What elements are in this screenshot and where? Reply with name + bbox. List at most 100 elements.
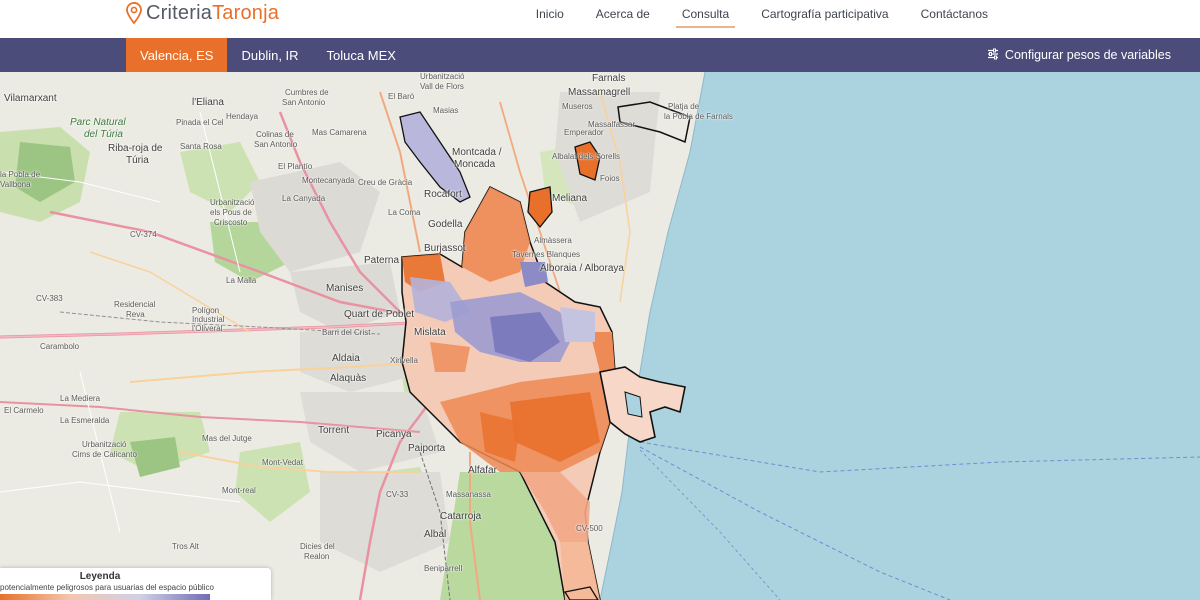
map-label: El Plantío	[278, 162, 313, 171]
map-label: els Pous de	[210, 208, 252, 217]
main-nav: Inicio Acerca de Consulta Cartografía pa…	[532, 0, 992, 28]
map-label: CV-500	[576, 524, 603, 533]
map-label: Paiporta	[408, 443, 446, 454]
map-label: Torrent	[318, 425, 350, 436]
brand-logo[interactable]: CriteriaTaronja	[126, 0, 279, 26]
nav-consulta[interactable]: Consulta	[675, 7, 736, 28]
map-label: Mas del Jutge	[202, 434, 252, 443]
legend-title: Leyenda	[79, 571, 121, 582]
map-label: La Esmeralda	[60, 416, 110, 425]
map-label: Urbanització	[210, 198, 255, 207]
map-label: Tavernes Blanques	[512, 250, 581, 259]
map-label: Túria	[126, 155, 149, 166]
map-label: Parc Natural	[70, 117, 126, 128]
map-label: Xirivella	[390, 356, 419, 365]
map-label: Quart de Poblet	[344, 309, 415, 320]
top-header: CriteriaTaronja Inicio Acerca de Consult…	[0, 0, 1200, 38]
map-label: Mas Camarena	[312, 128, 367, 137]
map-label: CV-33	[386, 490, 409, 499]
nav-acerca-de[interactable]: Acerca de	[592, 7, 654, 21]
map-label: San Antonio	[254, 140, 298, 149]
map-legend: Leyenda potencialmente peligrosos para u…	[0, 568, 271, 600]
map-label: Hendaya	[226, 112, 259, 121]
city-tab-toluca[interactable]: Toluca MEX	[313, 38, 410, 72]
map-label: Mont-Vedat	[262, 458, 303, 467]
map-label: La Coma	[388, 208, 421, 217]
map-label: Barri del Crist	[322, 328, 371, 337]
configure-weights-button[interactable]: Configurar pesos de variables	[987, 38, 1171, 72]
map-label: Carambolo	[40, 342, 80, 351]
map-label: Montecanyada	[302, 176, 355, 185]
map-label: Pinada el Cel	[176, 118, 224, 127]
map-label: Aldaia	[332, 353, 360, 364]
map-label: Emperador	[564, 128, 604, 137]
map-label: Tros Alt	[172, 542, 199, 551]
map-label: San Antonio	[282, 98, 326, 107]
map-label: La Canyada	[282, 194, 326, 203]
map-label: Massanassa	[446, 490, 491, 499]
map-label: Polígon	[192, 306, 220, 315]
map-label: Moncada	[454, 159, 496, 170]
map-label: Realon	[304, 552, 330, 561]
map-label: Mont-real	[222, 486, 256, 495]
map-label: CV-383	[36, 294, 63, 303]
brand-name: CriteriaTaronja	[146, 2, 279, 25]
map-label: Albal	[424, 529, 447, 540]
map-label: Farnals	[592, 73, 626, 84]
nav-contactanos[interactable]: Contáctanos	[917, 7, 992, 21]
map-label: Creu de Gràcia	[358, 178, 413, 187]
map-label: la Pobla de	[0, 170, 41, 179]
map-label: Alfafar	[468, 465, 497, 476]
map-label: Cims de Calicanto	[72, 450, 137, 459]
map-label: Masias	[433, 106, 459, 115]
map-label: Dicies del	[300, 542, 335, 551]
map-label: Burjassot	[424, 243, 466, 254]
map-label: del Túria	[84, 129, 123, 140]
city-tab-dublin[interactable]: Dublin, IR	[227, 38, 312, 72]
map-label: Riba-roja de	[108, 143, 163, 154]
map-label: Picanya	[376, 429, 412, 440]
nav-inicio[interactable]: Inicio	[532, 7, 568, 21]
map-label: Criscosto	[214, 218, 248, 227]
map-label: Museros	[562, 102, 593, 111]
map-label: El Baró	[388, 92, 415, 101]
map-label: Beniparrell	[424, 564, 463, 573]
map-label: Industrial	[192, 315, 225, 324]
map-label: El Carmelo	[4, 406, 44, 415]
map-label: Massamagrell	[568, 87, 631, 98]
map-label: Vilamarxant	[4, 93, 57, 104]
map-label: Residencial	[114, 300, 156, 309]
map-label: Cumbres de	[285, 88, 329, 97]
configure-weights-label: Configurar pesos de variables	[1004, 48, 1171, 62]
city-tabs: Valencia, ES Dublin, IR Toluca MEX	[126, 38, 410, 72]
nav-cartografia-participativa[interactable]: Cartografía participativa	[757, 7, 892, 21]
map-label: Rocafort	[424, 189, 462, 200]
map-label: Urbanització	[82, 440, 127, 449]
map-view[interactable]: Vilamarxant l'Eliana Parc Natural del Tú…	[0, 72, 1200, 600]
map-label: Vall de Flors	[420, 82, 464, 91]
map-label: Albalat dels Sorells	[552, 152, 621, 161]
map-label: Reva	[126, 310, 145, 319]
map-label: Catarroja	[440, 511, 482, 522]
map-label: Foios	[600, 174, 620, 183]
map-label: Mislata	[414, 327, 446, 338]
city-bar: Valencia, ES Dublin, IR Toluca MEX Confi…	[0, 38, 1200, 72]
map-label: Vallbona	[0, 180, 31, 189]
legend-gradient	[0, 594, 210, 600]
brand-part2: Taronja	[212, 1, 280, 24]
map-label: La Mediera	[60, 394, 101, 403]
map-label: Santa Rosa	[180, 142, 222, 151]
map-label: la Pobla de Farnals	[664, 112, 733, 121]
map-label: Almàssera	[534, 236, 572, 245]
map-label: Platja de	[668, 102, 700, 111]
legend-description: potencialmente peligrosos para usuarias …	[0, 583, 214, 592]
map-label: Meliana	[552, 193, 588, 204]
map-label: Urbanització	[420, 72, 465, 81]
map-pin-icon	[126, 2, 142, 24]
sliders-icon	[987, 48, 999, 63]
map-label: Godella	[428, 219, 463, 230]
map-label: La Malla	[226, 276, 257, 285]
map-label: CV-374	[130, 230, 157, 239]
city-tab-valencia[interactable]: Valencia, ES	[126, 38, 228, 72]
map-label: l'Eliana	[192, 97, 224, 108]
